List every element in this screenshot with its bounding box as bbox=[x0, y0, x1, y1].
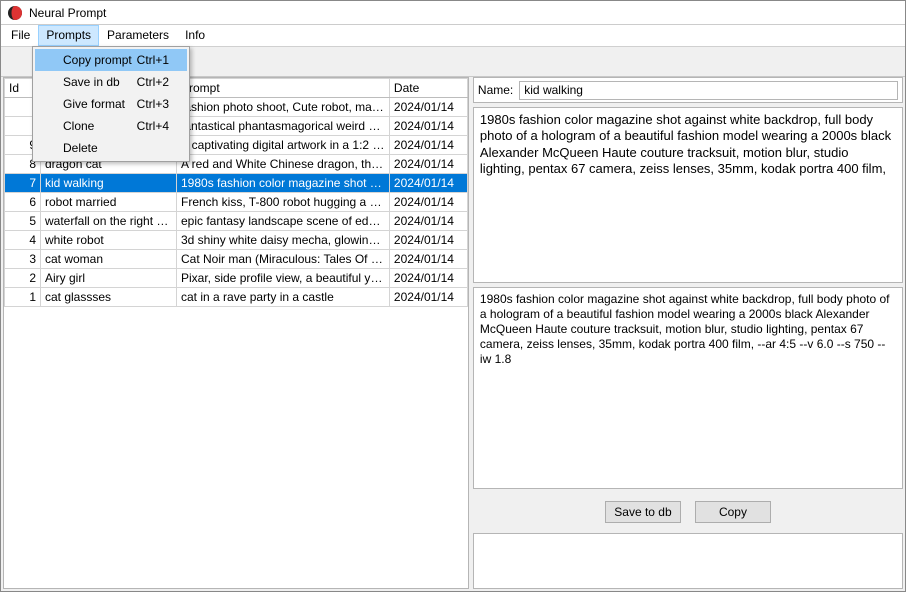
detail-buttons: Save to db Copy bbox=[473, 493, 903, 529]
dropdown-item-shortcut: Ctrl+1 bbox=[137, 53, 169, 67]
cell-prompt: cat in a rave party in a castle bbox=[177, 288, 390, 307]
cell-name: robot married bbox=[41, 193, 177, 212]
cell-date: 2024/01/14 bbox=[389, 136, 467, 155]
table-row[interactable]: 5waterfall on the right sideepic fantasy… bbox=[5, 212, 468, 231]
cell-id: 4 bbox=[5, 231, 41, 250]
dropdown-item-label: Delete bbox=[63, 141, 98, 155]
dropdown-delete[interactable]: Delete bbox=[35, 137, 187, 159]
cell-prompt: Cat Noir man (Miraculous: Tales Of Lady.… bbox=[177, 250, 390, 269]
cell-prompt: fantastical phantasmagorical weird creat… bbox=[177, 117, 390, 136]
dropdown-item-label: Save in db bbox=[63, 75, 120, 89]
detail-pane: Name: 1980s fashion color magazine shot … bbox=[473, 77, 903, 589]
cell-date: 2024/01/14 bbox=[389, 193, 467, 212]
bottom-empty-box bbox=[473, 533, 903, 589]
menu-file[interactable]: File bbox=[3, 25, 38, 46]
cell-prompt: epic fantasy landscape scene of edge of.… bbox=[177, 212, 390, 231]
name-input[interactable] bbox=[519, 81, 898, 100]
dropdown-item-label: Copy prompt bbox=[63, 53, 132, 67]
cell-date: 2024/01/14 bbox=[389, 155, 467, 174]
menu-prompts[interactable]: Prompts bbox=[38, 25, 99, 46]
cell-id: 6 bbox=[5, 193, 41, 212]
prompt-preview-box[interactable]: 1980s fashion color magazine shot agains… bbox=[473, 107, 903, 283]
prompt-full-box[interactable]: 1980s fashion color magazine shot agains… bbox=[473, 287, 903, 489]
name-label: Name: bbox=[478, 83, 513, 97]
dropdown-copy-prompt[interactable]: Copy prompt Ctrl+1 bbox=[35, 49, 187, 71]
table-row[interactable]: 6robot marriedFrench kiss, T-800 robot h… bbox=[5, 193, 468, 212]
cell-id: 1 bbox=[5, 288, 41, 307]
cell-date: 2024/01/14 bbox=[389, 250, 467, 269]
cell-prompt: fashion photo shoot, Cute robot, matte .… bbox=[177, 98, 390, 117]
table-row[interactable]: 2Airy girlPixar, side profile view, a be… bbox=[5, 269, 468, 288]
titlebar: Neural Prompt bbox=[1, 1, 905, 25]
dropdown-clone[interactable]: Clone Ctrl+4 bbox=[35, 115, 187, 137]
cell-date: 2024/01/14 bbox=[389, 269, 467, 288]
dropdown-save-in-db[interactable]: Save in db Ctrl+2 bbox=[35, 71, 187, 93]
cell-name: kid walking bbox=[41, 174, 177, 193]
dropdown-item-shortcut: Ctrl+2 bbox=[137, 75, 169, 89]
col-header-prompt[interactable]: Prompt bbox=[177, 79, 390, 98]
cell-id: 3 bbox=[5, 250, 41, 269]
dropdown-item-shortcut: Ctrl+4 bbox=[137, 119, 169, 133]
table-row[interactable]: 4white robot3d shiny white daisy mecha, … bbox=[5, 231, 468, 250]
cell-name: cat woman bbox=[41, 250, 177, 269]
cell-prompt: 1980s fashion color magazine shot again.… bbox=[177, 174, 390, 193]
app-icon bbox=[7, 5, 23, 21]
app-window: Neural Prompt File Prompts Parameters In… bbox=[0, 0, 906, 592]
table-row[interactable]: 1cat glasssescat in a rave party in a ca… bbox=[5, 288, 468, 307]
copy-button[interactable]: Copy bbox=[695, 501, 771, 523]
cell-date: 2024/01/14 bbox=[389, 174, 467, 193]
menubar: File Prompts Parameters Info bbox=[1, 25, 905, 47]
cell-prompt: A captivating digital artwork in a 1:2 a… bbox=[177, 136, 390, 155]
col-header-date[interactable]: Date bbox=[389, 79, 467, 98]
dropdown-item-shortcut: Ctrl+3 bbox=[137, 97, 169, 111]
cell-id: 2 bbox=[5, 269, 41, 288]
cell-date: 2024/01/14 bbox=[389, 288, 467, 307]
menu-parameters[interactable]: Parameters bbox=[99, 25, 177, 46]
name-field-row: Name: bbox=[473, 77, 903, 103]
table-row[interactable]: 3cat womanCat Noir man (Miraculous: Tale… bbox=[5, 250, 468, 269]
cell-name: cat glassses bbox=[41, 288, 177, 307]
cell-date: 2024/01/14 bbox=[389, 212, 467, 231]
dropdown-give-format[interactable]: Give format Ctrl+3 bbox=[35, 93, 187, 115]
menu-info[interactable]: Info bbox=[177, 25, 213, 46]
cell-id: 7 bbox=[5, 174, 41, 193]
cell-name: Airy girl bbox=[41, 269, 177, 288]
cell-prompt: French kiss, T-800 robot hugging a blon.… bbox=[177, 193, 390, 212]
cell-id: 5 bbox=[5, 212, 41, 231]
cell-date: 2024/01/14 bbox=[389, 98, 467, 117]
cell-date: 2024/01/14 bbox=[389, 231, 467, 250]
cell-prompt: 3d shiny white daisy mecha, glowing yell… bbox=[177, 231, 390, 250]
app-title: Neural Prompt bbox=[29, 6, 106, 20]
cell-name: white robot bbox=[41, 231, 177, 250]
dropdown-item-label: Give format bbox=[63, 97, 125, 111]
dropdown-item-label: Clone bbox=[63, 119, 94, 133]
save-to-db-button[interactable]: Save to db bbox=[605, 501, 681, 523]
cell-prompt: Pixar, side profile view, a beautiful yo… bbox=[177, 269, 390, 288]
prompts-dropdown: Copy prompt Ctrl+1 Save in db Ctrl+2 Giv… bbox=[32, 46, 190, 162]
table-row[interactable]: 7kid walking1980s fashion color magazine… bbox=[5, 174, 468, 193]
cell-prompt: A red and White Chinese dragon, the dr..… bbox=[177, 155, 390, 174]
cell-date: 2024/01/14 bbox=[389, 117, 467, 136]
cell-name: waterfall on the right side bbox=[41, 212, 177, 231]
